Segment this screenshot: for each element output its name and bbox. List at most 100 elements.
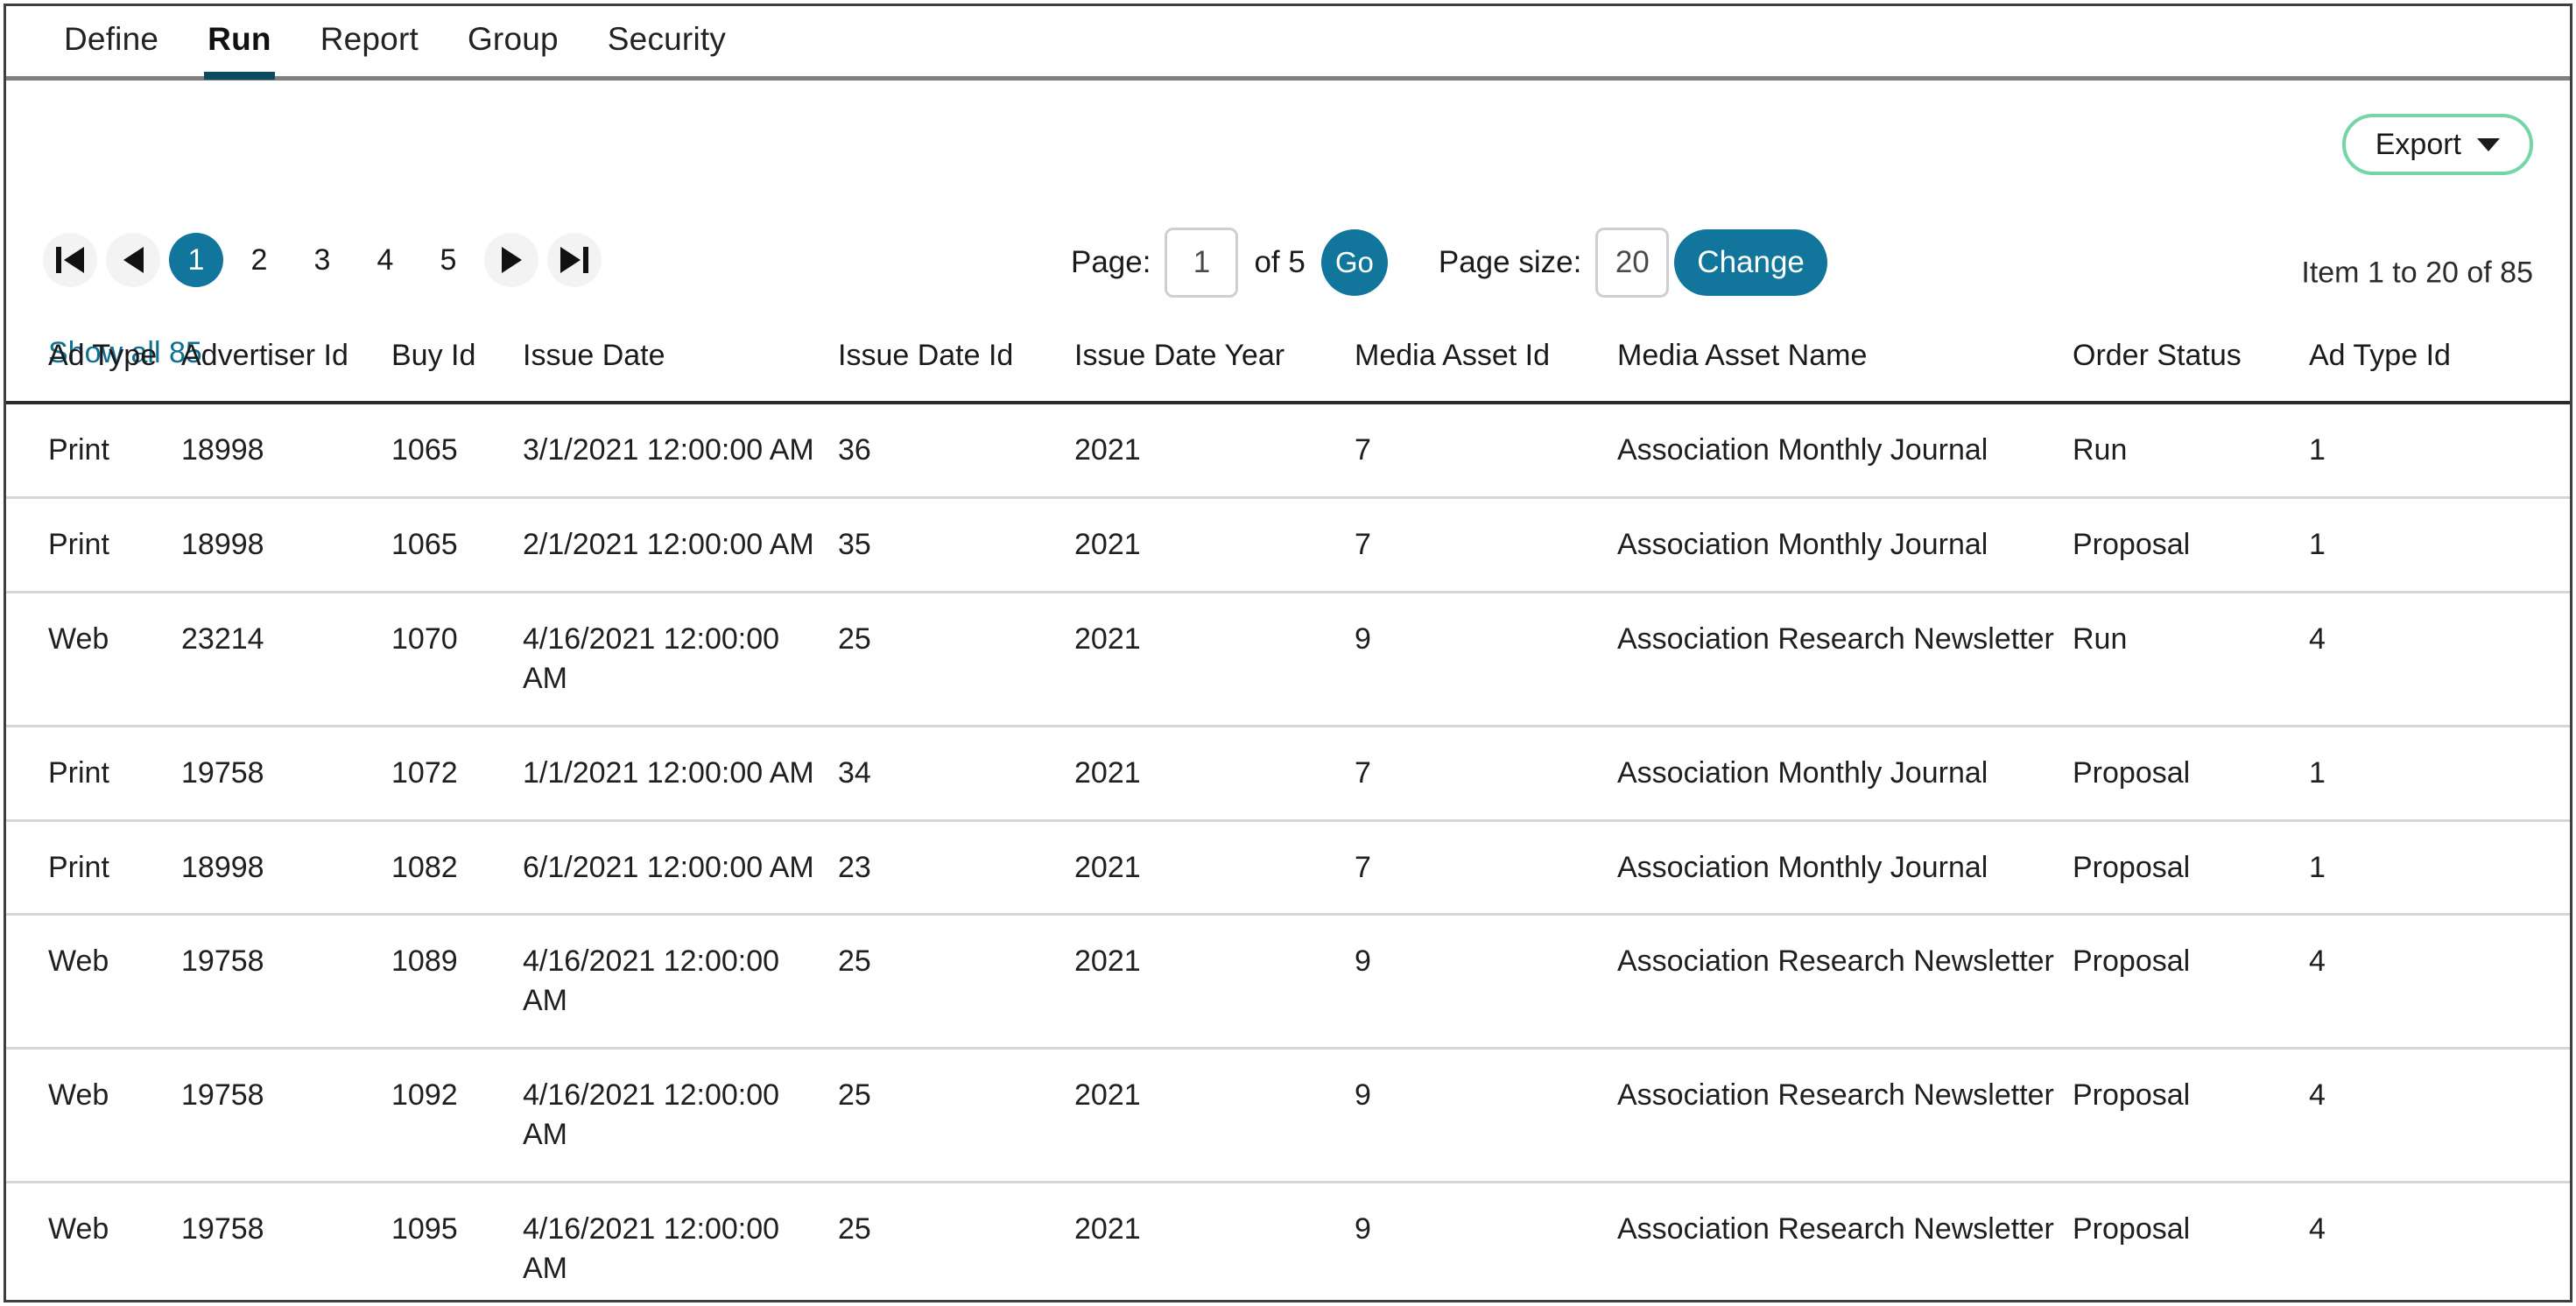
page-navigation-controls: Page: of 5 Go Page size: Change bbox=[1071, 228, 1827, 298]
first-page-button[interactable] bbox=[43, 233, 97, 287]
go-button[interactable]: Go bbox=[1320, 229, 1388, 296]
table-cell: 1092 bbox=[391, 1048, 523, 1183]
table-cell: Proposal bbox=[2073, 1182, 2309, 1300]
column-header-advertiser-id[interactable]: Advertiser Id bbox=[181, 317, 391, 405]
table-row[interactable]: Web 19758 1092 4/16/2021 12:00:00 AM 25 2021 9… bbox=[6, 1048, 2570, 1183]
export-button[interactable]: Export bbox=[2341, 114, 2533, 175]
column-header-media-asset-id[interactable]: Media Asset Id bbox=[1355, 317, 1617, 405]
table-cell: 25 bbox=[838, 592, 1074, 727]
last-page-button[interactable] bbox=[547, 233, 602, 287]
tab-define[interactable]: Define bbox=[39, 6, 183, 79]
table-cell: 2021 bbox=[1074, 497, 1355, 593]
table-cell: Association Research Newsletter bbox=[1617, 1048, 2073, 1183]
table-cell: 1/1/2021 12:00:00 AM bbox=[523, 726, 838, 822]
table-cell: 18998 bbox=[181, 820, 391, 916]
table-cell: Proposal bbox=[2073, 1048, 2309, 1183]
next-page-icon bbox=[501, 247, 522, 273]
column-header-buy-id[interactable]: Buy Id bbox=[391, 317, 523, 405]
next-page-button[interactable] bbox=[484, 233, 538, 287]
table-cell: 1082 bbox=[391, 820, 523, 916]
page-label: Page: bbox=[1071, 245, 1151, 279]
table-cell: 4/16/2021 12:00:00 AM bbox=[523, 1048, 838, 1183]
table-cell: 7 bbox=[1355, 726, 1617, 822]
tab-run[interactable]: Run bbox=[183, 6, 296, 80]
tab-report[interactable]: Report bbox=[296, 6, 443, 79]
table-cell: 18998 bbox=[181, 497, 391, 593]
last-page-icon bbox=[560, 247, 588, 273]
table-cell: 1089 bbox=[391, 914, 523, 1050]
table-cell: 25 bbox=[838, 1048, 1074, 1183]
table-row[interactable]: Web 19758 1095 4/16/2021 12:00:00 AM 25 2021 9… bbox=[6, 1182, 2570, 1300]
table-cell: Association Monthly Journal bbox=[1617, 497, 2073, 593]
application-window: Define Run Report Group Security Export … bbox=[4, 4, 2572, 1302]
previous-page-icon bbox=[123, 247, 144, 273]
table-body: Print 18998 1065 3/1/2021 12:00:00 AM 36 2021… bbox=[6, 403, 2570, 1300]
page-size-label: Page size: bbox=[1438, 245, 1582, 279]
table-cell: 7 bbox=[1355, 820, 1617, 916]
table-cell: 1065 bbox=[391, 497, 523, 593]
table-cell: Run bbox=[2073, 403, 2309, 500]
table-cell: 1 bbox=[2309, 497, 2570, 593]
table-row[interactable]: Print 18998 1065 3/1/2021 12:00:00 AM 36 2021… bbox=[6, 403, 2570, 500]
table-row[interactable]: Web 23214 1070 4/16/2021 12:00:00 AM 25 2021 9… bbox=[6, 592, 2570, 727]
table-cell: 2021 bbox=[1074, 914, 1355, 1050]
table-cell: 9 bbox=[1355, 1182, 1617, 1300]
column-header-issue-date[interactable]: Issue Date bbox=[523, 317, 838, 405]
table-cell: 1 bbox=[2309, 820, 2570, 916]
table-cell: 9 bbox=[1355, 1048, 1617, 1183]
table-cell: Print bbox=[6, 820, 181, 916]
table-cell: 4 bbox=[2309, 1182, 2570, 1300]
table-cell: 9 bbox=[1355, 914, 1617, 1050]
tab-group[interactable]: Group bbox=[443, 6, 583, 79]
table-cell: Proposal bbox=[2073, 914, 2309, 1050]
table-row[interactable]: Print 18998 1082 6/1/2021 12:00:00 AM 23 2021… bbox=[6, 820, 2570, 916]
table-cell: 2021 bbox=[1074, 1048, 1355, 1183]
column-header-order-status[interactable]: Order Status bbox=[2073, 317, 2309, 405]
table-cell: 1072 bbox=[391, 726, 523, 822]
column-header-ad-type[interactable]: Ad Type bbox=[6, 317, 181, 405]
page-number-5[interactable]: 5 bbox=[421, 233, 475, 287]
page-number-2[interactable]: 2 bbox=[232, 233, 286, 287]
table-row[interactable]: Web 19758 1089 4/16/2021 12:00:00 AM 25 2021 9… bbox=[6, 914, 2570, 1050]
column-header-issue-date-id[interactable]: Issue Date Id bbox=[838, 317, 1074, 405]
page-size-input[interactable] bbox=[1595, 228, 1670, 298]
column-header-media-asset-name[interactable]: Media Asset Name bbox=[1617, 317, 2073, 405]
table-cell: 7 bbox=[1355, 403, 1617, 500]
page-number-1[interactable]: 1 bbox=[169, 233, 223, 287]
page-input[interactable] bbox=[1165, 228, 1239, 298]
table-cell: Association Research Newsletter bbox=[1617, 1182, 2073, 1300]
previous-page-button[interactable] bbox=[106, 233, 160, 287]
table-cell: 7 bbox=[1355, 497, 1617, 593]
table-cell: 36 bbox=[838, 403, 1074, 500]
table-cell: Association Research Newsletter bbox=[1617, 592, 2073, 727]
page-number-4[interactable]: 4 bbox=[358, 233, 412, 287]
table-cell: Print bbox=[6, 497, 181, 593]
change-button[interactable]: Change bbox=[1674, 229, 1827, 296]
table-cell: 25 bbox=[838, 914, 1074, 1050]
table-row[interactable]: Print 18998 1065 2/1/2021 12:00:00 AM 35 2021… bbox=[6, 497, 2570, 593]
table-cell: 19758 bbox=[181, 914, 391, 1050]
table-row[interactable]: Print 19758 1072 1/1/2021 12:00:00 AM 34 2021… bbox=[6, 726, 2570, 822]
table-cell: 4 bbox=[2309, 1048, 2570, 1183]
table-cell: 2021 bbox=[1074, 592, 1355, 727]
table-cell: 34 bbox=[838, 726, 1074, 822]
table-cell: 1 bbox=[2309, 403, 2570, 500]
table-cell: Web bbox=[6, 1048, 181, 1183]
table-cell: 2021 bbox=[1074, 726, 1355, 822]
table-cell: 9 bbox=[1355, 592, 1617, 727]
tab-security[interactable]: Security bbox=[583, 6, 750, 79]
pagination-control: 1 2 3 4 5 bbox=[43, 233, 610, 287]
table-cell: 4/16/2021 12:00:00 AM bbox=[523, 914, 838, 1050]
results-table: Ad Type Advertiser Id Buy Id Issue Date … bbox=[6, 317, 2570, 1300]
table-cell: 4/16/2021 12:00:00 AM bbox=[523, 1182, 838, 1300]
table-cell: 2021 bbox=[1074, 1182, 1355, 1300]
column-header-ad-type-id[interactable]: Ad Type Id bbox=[2309, 317, 2570, 405]
table-cell: 3/1/2021 12:00:00 AM bbox=[523, 403, 838, 500]
table-cell: Web bbox=[6, 1182, 181, 1300]
results-table-container[interactable]: Ad Type Advertiser Id Buy Id Issue Date … bbox=[6, 317, 2570, 1300]
item-range-label: Item 1 to 20 of 85 bbox=[2301, 256, 2533, 290]
table-cell: Print bbox=[6, 403, 181, 500]
column-header-issue-date-year[interactable]: Issue Date Year bbox=[1074, 317, 1355, 405]
page-number-3[interactable]: 3 bbox=[295, 233, 349, 287]
results-toolbar: Export Item 1 to 20 of 85 1 2 3 4 5 Show… bbox=[6, 81, 2570, 369]
